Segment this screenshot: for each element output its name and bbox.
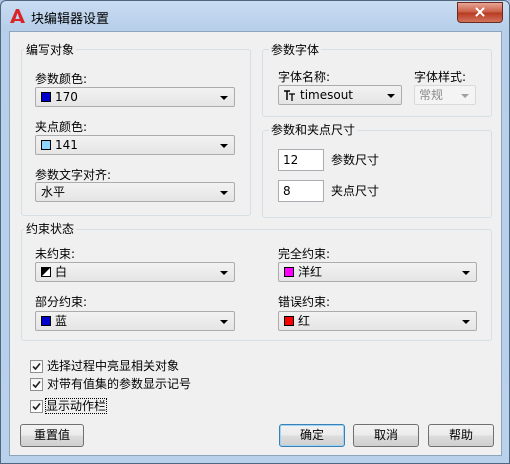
full-constraint-value: 洋红 [298, 265, 323, 279]
show-action-bar-checkbox[interactable] [30, 400, 43, 413]
truetype-font-icon [284, 90, 295, 101]
unconstrained-label: 未约束: [35, 247, 76, 261]
checkmark-icon [32, 380, 41, 389]
help-button[interactable]: 帮助 [428, 424, 494, 447]
full-constraint-swatch [284, 267, 294, 277]
font-name-dropdown[interactable]: timesout [278, 85, 402, 105]
group-constraint-status-title: 约束状态 [24, 222, 77, 236]
chevron-down-icon [461, 94, 469, 98]
show-action-bar-label[interactable]: 显示动作栏 [44, 398, 108, 414]
param-color-label: 参数颜色: [35, 72, 88, 86]
show-value-set-marker-label[interactable]: 对带有值集的参数显示记号 [47, 377, 191, 391]
chevron-down-icon [462, 271, 470, 275]
font-name-label: 字体名称: [278, 70, 331, 84]
over-constraint-value: 红 [298, 314, 311, 328]
cancel-button[interactable]: 取消 [353, 424, 419, 447]
grip-color-swatch [41, 140, 51, 150]
highlight-related-label[interactable]: 选择过程中亮显相关对象 [47, 359, 179, 373]
chevron-down-icon [220, 320, 228, 324]
checkmark-icon [32, 402, 41, 411]
title-bar[interactable]: 块编辑器设置 [1, 1, 509, 31]
group-authoring-objects-title: 编写对象 [24, 43, 77, 57]
partial-constraint-color-dropdown[interactable]: 蓝 [35, 311, 235, 331]
checkmark-icon [32, 362, 41, 371]
chevron-down-icon [462, 320, 470, 324]
font-name-value: timesout [300, 88, 354, 102]
param-size-input[interactable]: 12 [278, 149, 324, 171]
chevron-down-icon [220, 144, 228, 148]
highlight-related-checkbox[interactable] [30, 360, 43, 373]
text-align-label: 参数文字对齐: [35, 168, 112, 182]
grip-size-input[interactable]: 8 [278, 180, 324, 202]
grip-color-value: 141 [55, 138, 78, 152]
over-constraint-color-dropdown[interactable]: 红 [278, 311, 477, 331]
window-title: 块编辑器设置 [31, 12, 110, 27]
over-constraint-swatch [284, 316, 294, 326]
reset-button[interactable]: 重置值 [20, 424, 84, 447]
chevron-down-icon [220, 191, 228, 195]
autocad-app-icon [10, 9, 25, 23]
full-constraint-color-dropdown[interactable]: 洋红 [278, 262, 477, 282]
param-color-swatch [41, 92, 51, 102]
over-constraint-label: 错误约束: [278, 295, 331, 309]
grip-color-dropdown[interactable]: 141 [35, 135, 235, 155]
font-style-dropdown[interactable]: 常规 [414, 85, 476, 105]
param-color-value: 170 [55, 90, 78, 104]
grip-color-label: 夹点颜色: [35, 120, 88, 134]
param-size-label: 参数尺寸 [331, 153, 380, 167]
partial-constraint-value: 蓝 [55, 314, 68, 328]
group-param-grip-size-title: 参数和夹点尺寸 [269, 123, 358, 137]
dialog-client-area: 编写对象 参数颜色: 170 夹点颜色: 141 参数文字对齐: 水平 参数字体… [9, 31, 502, 456]
param-color-dropdown[interactable]: 170 [35, 87, 235, 107]
chevron-down-icon [220, 271, 228, 275]
text-align-value: 水平 [41, 185, 66, 199]
close-button[interactable] [457, 2, 503, 23]
ok-button[interactable]: 确定 [279, 424, 345, 447]
group-param-grip-size [262, 130, 492, 218]
font-style-value: 常规 [419, 88, 444, 102]
chevron-down-icon [387, 94, 395, 98]
group-param-font-title: 参数字体 [269, 43, 322, 57]
unconstrained-color-value: 白 [55, 265, 68, 279]
font-style-label: 字体样式: [414, 70, 467, 84]
partial-constraint-swatch [41, 316, 51, 326]
white-color-swatch [41, 267, 51, 277]
dialog-window: 块编辑器设置 编写对象 参数颜色: 170 夹点颜色: 141 参数文字对齐: … [0, 0, 510, 464]
partial-constraint-label: 部分约束: [35, 295, 88, 309]
unconstrained-color-dropdown[interactable]: 白 [35, 262, 235, 282]
show-value-set-marker-checkbox[interactable] [30, 378, 43, 391]
text-align-dropdown[interactable]: 水平 [35, 182, 235, 202]
chevron-down-icon [220, 96, 228, 100]
full-constraint-label: 完全约束: [278, 247, 331, 261]
grip-size-label: 夹点尺寸 [331, 184, 380, 198]
